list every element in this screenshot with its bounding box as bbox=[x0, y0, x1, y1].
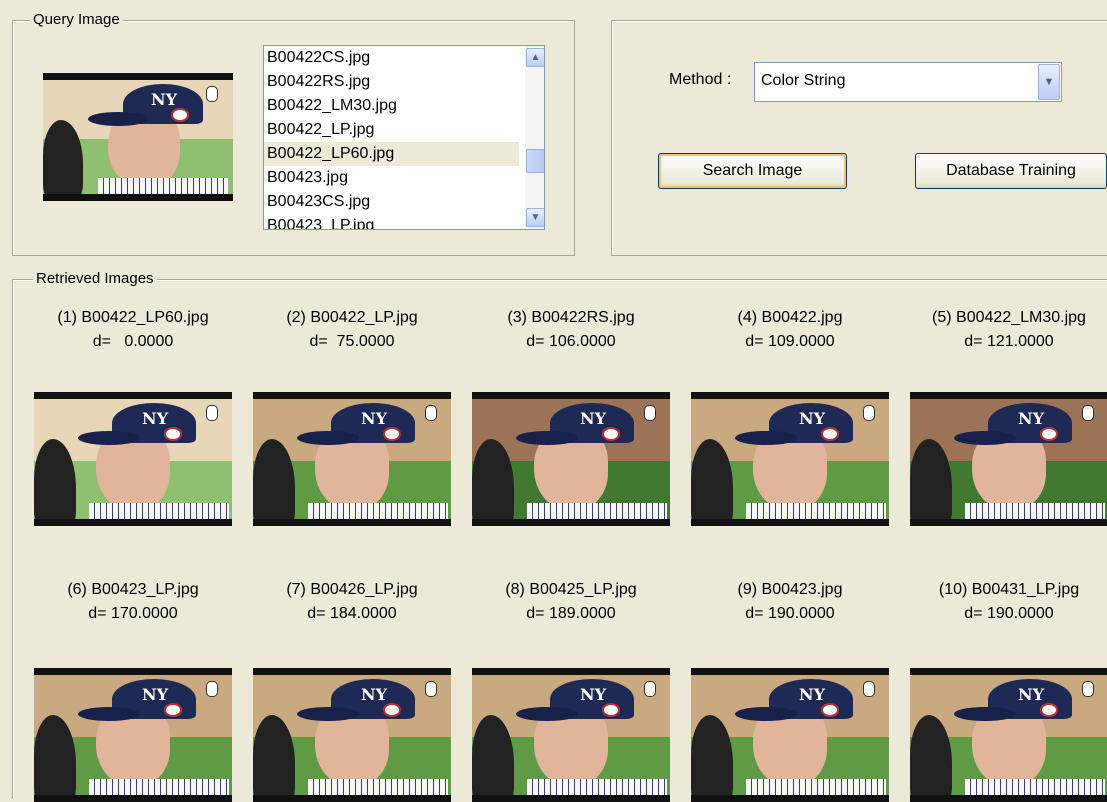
result-distance: d= 121.0000 bbox=[964, 333, 1054, 350]
list-item[interactable]: B00423_LP.jpg bbox=[264, 214, 519, 229]
list-item[interactable]: B00422_LP60.jpg bbox=[264, 142, 519, 166]
scroll-down-icon[interactable]: ▼ bbox=[526, 208, 544, 227]
result-filename: (2) B00422_LP.jpg bbox=[286, 309, 418, 326]
result-image[interactable]: NY bbox=[34, 392, 232, 526]
chevron-down-icon[interactable]: ▼ bbox=[1038, 64, 1060, 100]
result-caption: (2) B00422_LP.jpg d= 75.0000 bbox=[241, 306, 463, 354]
result-caption: (10) B00431_LP.jpg d= 190.0000 bbox=[898, 578, 1107, 626]
file-list-items[interactable]: B00422CS.jpg B00422RS.jpg B00422_LM30.jpg B… bbox=[264, 46, 519, 229]
list-item[interactable]: B00422RS.jpg bbox=[264, 70, 519, 94]
result-caption: (1) B00422_LP60.jpg d= 0.0000 bbox=[22, 306, 244, 354]
result-filename: (1) B00422_LP60.jpg bbox=[57, 309, 209, 326]
result-caption: (6) B00423_LP.jpg d= 170.0000 bbox=[22, 578, 244, 626]
result-distance: d= 170.0000 bbox=[88, 605, 178, 622]
list-item[interactable]: B00422CS.jpg bbox=[264, 46, 519, 70]
result-image[interactable]: NY bbox=[472, 668, 670, 802]
result-caption: (9) B00423.jpg d= 190.0000 bbox=[679, 578, 901, 626]
retrieved-images-legend: Retrieved Images bbox=[33, 270, 157, 287]
result-image[interactable]: NY bbox=[691, 668, 889, 802]
result-image[interactable]: NY bbox=[910, 392, 1107, 526]
result-caption: (8) B00425_LP.jpg d= 189.0000 bbox=[460, 578, 682, 626]
result-filename: (7) B00426_LP.jpg bbox=[286, 581, 418, 598]
method-value: Color String bbox=[761, 72, 846, 89]
result-distance: d= 190.0000 bbox=[745, 605, 835, 622]
query-image-preview: NY bbox=[43, 73, 233, 201]
result-filename: (4) B00422.jpg bbox=[737, 309, 843, 326]
result-caption: (3) B00422RS.jpg d= 106.0000 bbox=[460, 306, 682, 354]
scroll-up-icon[interactable]: ▲ bbox=[526, 48, 544, 67]
query-image-legend: Query Image bbox=[30, 11, 123, 28]
result-image[interactable]: NY bbox=[34, 668, 232, 802]
result-image[interactable]: NY bbox=[910, 668, 1107, 802]
result-image[interactable]: NY bbox=[253, 668, 451, 802]
result-image[interactable]: NY bbox=[253, 392, 451, 526]
result-filename: (5) B00422_LM30.jpg bbox=[932, 309, 1086, 326]
method-group bbox=[611, 20, 1107, 256]
search-image-button[interactable]: Search Image bbox=[658, 153, 847, 189]
database-training-button[interactable]: Database Training bbox=[915, 153, 1107, 189]
result-distance: d= 75.0000 bbox=[309, 333, 395, 350]
result-distance: d= 190.0000 bbox=[964, 605, 1054, 622]
result-distance: d= 109.0000 bbox=[745, 333, 835, 350]
result-distance: d= 184.0000 bbox=[307, 605, 397, 622]
method-select[interactable]: Color String ▼ bbox=[754, 62, 1062, 102]
result-filename: (6) B00423_LP.jpg bbox=[67, 581, 199, 598]
result-distance: d= 0.0000 bbox=[92, 333, 174, 350]
result-filename: (9) B00423.jpg bbox=[737, 581, 843, 598]
result-caption: (5) B00422_LM30.jpg d= 121.0000 bbox=[898, 306, 1107, 354]
list-item[interactable]: B00422_LM30.jpg bbox=[264, 94, 519, 118]
result-image[interactable]: NY bbox=[691, 392, 889, 526]
result-filename: (8) B00425_LP.jpg bbox=[505, 581, 637, 598]
result-filename: (10) B00431_LP.jpg bbox=[938, 581, 1080, 598]
scroll-thumb[interactable] bbox=[526, 149, 544, 173]
method-label: Method : bbox=[669, 71, 732, 88]
result-distance: d= 106.0000 bbox=[526, 333, 616, 350]
list-item[interactable]: B00423CS.jpg bbox=[264, 190, 519, 214]
list-item[interactable]: B00422_LP.jpg bbox=[264, 118, 519, 142]
result-caption: (4) B00422.jpg d= 109.0000 bbox=[679, 306, 901, 354]
file-listbox[interactable]: B00422CS.jpg B00422RS.jpg B00422_LM30.jpg B… bbox=[263, 45, 545, 230]
list-item[interactable]: B00423.jpg bbox=[264, 166, 519, 190]
result-distance: d= 189.0000 bbox=[526, 605, 616, 622]
result-caption: (7) B00426_LP.jpg d= 184.0000 bbox=[241, 578, 463, 626]
result-filename: (3) B00422RS.jpg bbox=[507, 309, 635, 326]
file-list-scrollbar[interactable]: ▲ ▼ bbox=[525, 46, 544, 229]
result-image[interactable]: NY bbox=[472, 392, 670, 526]
